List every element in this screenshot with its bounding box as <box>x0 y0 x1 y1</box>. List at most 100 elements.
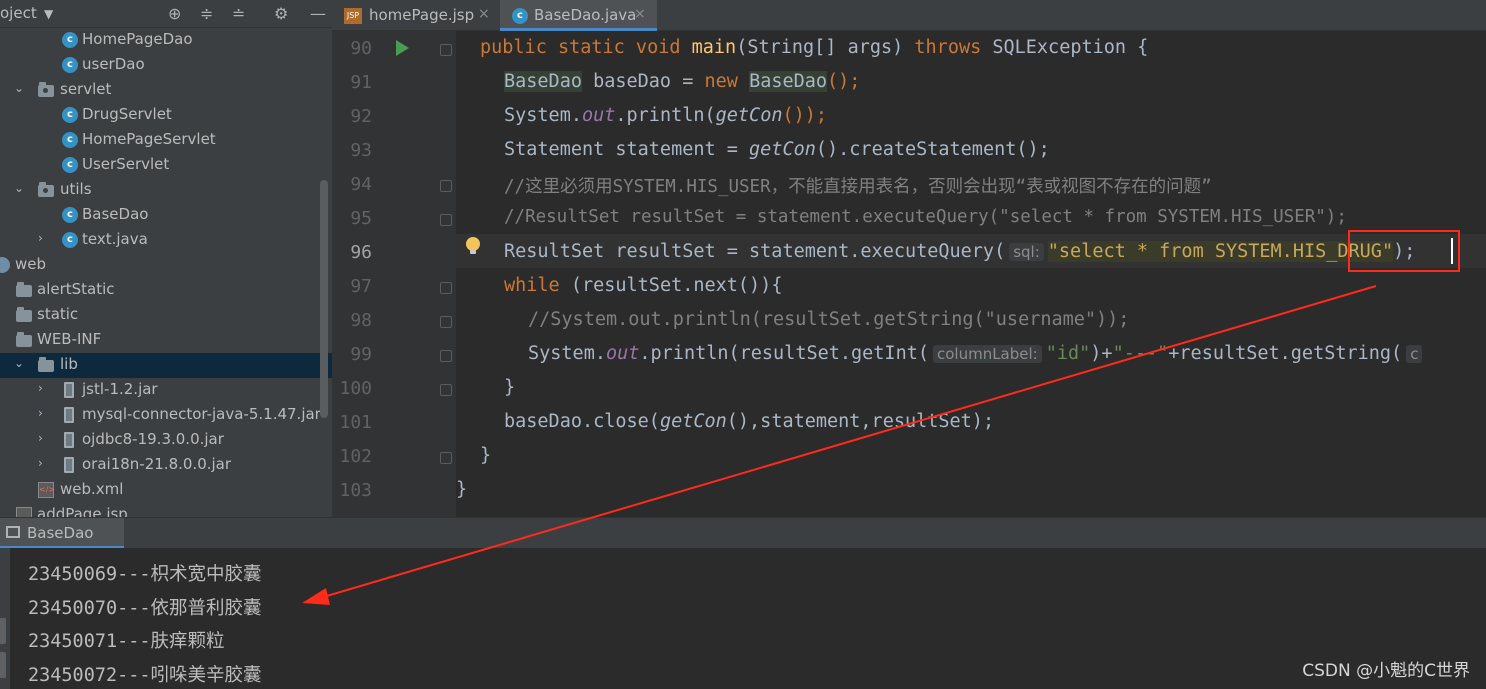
java-class-icon: c <box>62 107 78 123</box>
tree-item-label: web <box>15 255 47 273</box>
tree-item-static[interactable]: static <box>0 303 332 328</box>
project-scrollbar[interactable] <box>320 180 328 418</box>
fold-icon[interactable] <box>440 316 452 328</box>
line-number: 102 <box>339 446 372 467</box>
folder-icon <box>16 332 32 347</box>
line-number: 101 <box>339 412 372 433</box>
tree-item-homepageservlet[interactable]: c HomePageServlet <box>0 128 332 153</box>
crosshair-icon[interactable]: ⊕ <box>168 4 181 23</box>
code-token: System. <box>528 343 606 364</box>
tab-homepage-jsp[interactable]: JSP homePage.jsp × <box>332 0 498 31</box>
tree-item-jstl-jar[interactable]: › jstl-1.2.jar <box>0 378 332 403</box>
tree-item-label: orai18n-21.8.0.0.jar <box>82 455 232 473</box>
code-token: throws <box>914 37 982 58</box>
package-icon <box>38 82 54 97</box>
code-line-97: while (resultSet.next()){ <box>504 275 782 296</box>
close-icon[interactable]: × <box>634 6 646 22</box>
code-line-102: } <box>480 445 491 466</box>
fold-icon[interactable] <box>440 350 452 362</box>
code-line-95: //ResultSet resultSet = statement.execut… <box>504 207 1347 227</box>
tree-item-userdao[interactable]: c userDao <box>0 53 332 78</box>
fold-icon[interactable] <box>440 452 452 464</box>
project-panel-header: oject ▼ ⊕ ≑ ≐ ⚙ — <box>0 0 332 28</box>
code-token: ResultSet resultSet = statement.executeQ… <box>504 241 1006 262</box>
chevron-down-icon[interactable]: ⌄ <box>14 81 24 95</box>
code-line-91: BaseDao baseDao = new BaseDao(); <box>504 71 860 92</box>
code-token: (resultSet.next()){ <box>559 275 783 296</box>
code-line-101: baseDao.close(getCon(),statement,resultS… <box>504 411 994 432</box>
tree-item-text-java[interactable]: › c text.java <box>0 228 332 253</box>
web-folder-icon <box>0 257 10 273</box>
tree-item-label: static <box>37 305 79 323</box>
console-toolbar-button[interactable] <box>0 652 6 678</box>
tree-item-label: mysql-connector-java-5.1.47.jar <box>82 405 321 423</box>
chevron-right-icon[interactable]: › <box>38 381 43 395</box>
fold-icon[interactable] <box>440 214 452 226</box>
chevron-right-icon[interactable]: › <box>38 456 43 470</box>
project-panel: oject ▼ ⊕ ≑ ≐ ⚙ — c HomePageDao c userDa… <box>0 0 332 517</box>
code-token: out <box>581 105 616 126</box>
tree-item-lib[interactable]: ⌄ lib <box>0 353 332 378</box>
gear-icon[interactable]: ⚙ <box>274 4 288 23</box>
chevron-down-icon[interactable]: ▼ <box>44 7 53 21</box>
tab-basedao-java[interactable]: c BaseDao.java × <box>500 0 657 31</box>
parameter-hint: columnLabel: <box>932 345 1042 363</box>
java-class-icon: c <box>62 132 78 148</box>
line-number: 92 <box>350 106 372 127</box>
fold-icon[interactable] <box>440 384 452 396</box>
code-editor[interactable]: 90 91 92 93 94 95 96 97 98 99 100 101 10… <box>332 31 1486 517</box>
minimize-icon[interactable]: — <box>310 4 326 23</box>
tree-item-userservlet[interactable]: c UserServlet <box>0 153 332 178</box>
chevron-down-icon[interactable]: ⌄ <box>14 181 24 195</box>
java-class-icon: c <box>62 32 78 48</box>
tree-item-web-inf[interactable]: WEB-INF <box>0 328 332 353</box>
code-token: SQLException { <box>981 37 1149 58</box>
close-icon[interactable]: × <box>478 6 490 22</box>
tree-item-label: HomePageServlet <box>82 130 216 148</box>
code-line-92: System.out.println(getCon()); <box>504 105 827 126</box>
collapse-all-icon[interactable]: ≐ <box>232 4 245 23</box>
tree-item-orai18n-jar[interactable]: › orai18n-21.8.0.0.jar <box>0 453 332 478</box>
text-caret <box>1451 238 1453 264</box>
tree-item-servlet[interactable]: ⌄ servlet <box>0 78 332 103</box>
expand-all-icon[interactable]: ≑ <box>200 4 213 23</box>
tree-item-label: text.java <box>82 230 148 248</box>
tab-run-basedao[interactable]: BaseDao <box>0 518 124 549</box>
tree-item-drugservlet[interactable]: c DrugServlet <box>0 103 332 128</box>
chevron-right-icon[interactable]: › <box>38 431 43 445</box>
jar-icon <box>64 457 74 473</box>
tree-item-utils[interactable]: ⌄ utils <box>0 178 332 203</box>
fold-icon[interactable] <box>440 44 452 56</box>
tree-item-alertstatic[interactable]: alertStatic <box>0 278 332 303</box>
project-panel-title[interactable]: oject <box>0 4 37 22</box>
tab-label: homePage.jsp <box>369 6 475 24</box>
tree-item-label: addPage.jsp <box>37 505 128 517</box>
chevron-right-icon[interactable]: › <box>38 406 43 420</box>
tree-item-ojdbc8-jar[interactable]: › ojdbc8-19.3.0.0.jar <box>0 428 332 453</box>
lightbulb-icon[interactable] <box>466 237 480 254</box>
chevron-right-icon[interactable]: › <box>38 231 43 245</box>
tree-item-addpage-jsp[interactable]: addPage.jsp <box>0 503 332 517</box>
tree-item-web[interactable]: web <box>0 253 332 278</box>
code-token: new <box>704 71 750 92</box>
console-toolbar-button[interactable] <box>0 618 6 644</box>
console-output-line: 23450072---吲哚美辛胶囊 <box>28 665 262 686</box>
tree-item-homepagedao[interactable]: c HomePageDao <box>0 28 332 53</box>
code-line-94: //这里必须用SYSTEM.HIS_USER，不能直接用表名，否则会出现“表或视… <box>504 173 1212 198</box>
code-line-98: //System.out.println(resultSet.getString… <box>528 309 1129 330</box>
chevron-down-icon[interactable]: ⌄ <box>14 356 24 370</box>
console-icon <box>6 526 20 538</box>
tree-item-mysql-jar[interactable]: › mysql-connector-java-5.1.47.jar <box>0 403 332 428</box>
fold-icon[interactable] <box>440 180 452 192</box>
code-token: BaseDao <box>749 71 828 92</box>
code-string: "id" <box>1045 343 1091 364</box>
tree-item-web-xml[interactable]: </> web.xml <box>0 478 332 503</box>
code-token: } <box>480 445 492 466</box>
editor-gutter: 90 91 92 93 94 95 96 97 98 99 100 101 10… <box>332 31 456 517</box>
line-number: 90 <box>350 38 372 59</box>
editor-tab-bar: JSP homePage.jsp × c BaseDao.java × <box>332 0 1486 31</box>
fold-icon[interactable] <box>440 282 452 294</box>
tree-item-basedao[interactable]: c BaseDao <box>0 203 332 228</box>
run-icon[interactable] <box>396 40 409 56</box>
run-console[interactable]: 23450069---枳术宽中胶囊 23450070---依那普利胶囊 2345… <box>0 548 1486 689</box>
